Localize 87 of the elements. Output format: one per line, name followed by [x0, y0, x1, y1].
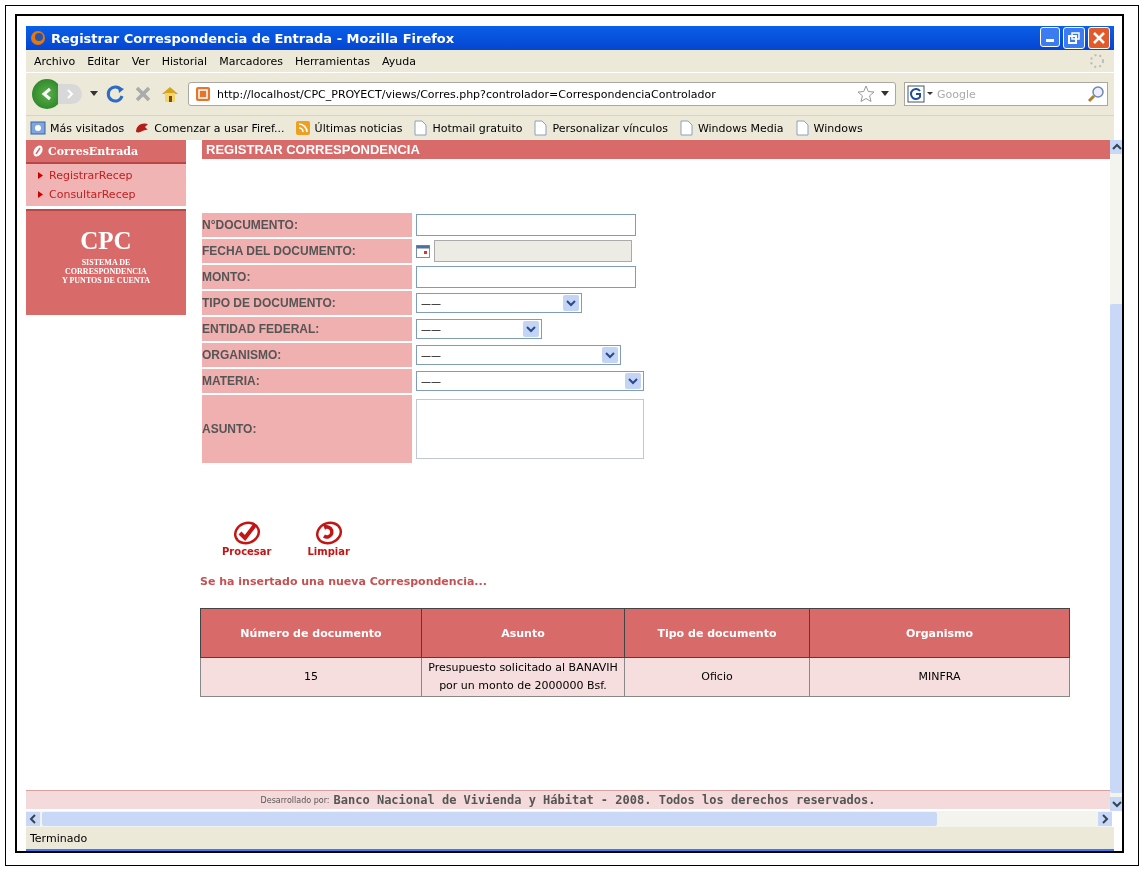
scrollbar-thumb[interactable]: [42, 812, 937, 826]
restore-button[interactable]: [1063, 27, 1085, 49]
scrollbar-thumb[interactable]: [1110, 304, 1122, 793]
menu-item[interactable]: Archivo: [34, 54, 76, 68]
dropdown-caret-icon: [90, 91, 98, 97]
bullet-icon: [38, 172, 43, 179]
field-label: TIPO DE DOCUMENTO:: [202, 291, 412, 315]
table-cell: 15: [200, 657, 422, 697]
menu-item[interactable]: Herramientas: [294, 54, 370, 68]
star-icon: [857, 85, 875, 103]
menu-item[interactable]: Marcadores: [219, 54, 283, 68]
logo-title: CPC: [79, 226, 133, 255]
menu-item[interactable]: Ver: [131, 54, 150, 68]
close-icon: [1093, 32, 1105, 44]
horizontal-scrollbar[interactable]: [26, 811, 1112, 827]
bookmark-item[interactable]: Últimas noticias: [294, 120, 403, 136]
select-field[interactable]: ——: [416, 371, 644, 391]
feed-icon: [294, 120, 311, 136]
status-text: Terminado: [30, 831, 88, 845]
search-icon: [1087, 85, 1105, 103]
footer-text: Banco Nacional de Vivienda y Hábitat - 2008. Todos los derechos reservados.: [333, 793, 876, 807]
scroll-up-icon: [1110, 140, 1122, 154]
submit-button[interactable]: Procesar: [222, 521, 272, 557]
select-field[interactable]: ——: [416, 319, 542, 339]
search-engine-icon: [907, 85, 935, 103]
close-button[interactable]: [1088, 27, 1110, 49]
site-icon: [195, 86, 211, 102]
logo-subtitle: SISTEMA DE CORRESPONDENCIA Y PUNTOS DE CUENTA: [60, 258, 152, 285]
reload-icon: [106, 84, 126, 104]
page-icon: [677, 120, 694, 136]
footer-label: Desarrollado por:: [260, 795, 330, 805]
input-field[interactable]: [416, 214, 636, 236]
select-field[interactable]: ——: [416, 293, 582, 313]
input-field[interactable]: [416, 266, 636, 288]
table-cell: MINFRA: [809, 657, 1070, 697]
restore-icon: [1068, 32, 1080, 44]
text-area[interactable]: [416, 399, 644, 459]
bookmark-item[interactable]: Personalizar vínculos: [532, 120, 668, 136]
minimize-icon: [1046, 39, 1054, 42]
scroll-left-icon: [26, 812, 40, 826]
column-header: Organismo: [809, 608, 1070, 658]
menu-item[interactable]: Ayuda: [381, 54, 416, 68]
table-cell: Presupuesto solicitado al BANAVIH por un monto de 2000000 Bsf.: [421, 657, 625, 697]
minimize-button[interactable]: [1040, 27, 1060, 47]
column-header: Número de documento: [200, 608, 422, 658]
folder-icon: [30, 120, 46, 136]
window-title: Registrar Correspondencia de Entrada - Mozilla Firefox: [51, 30, 455, 46]
field-label: ORGANISMO:: [202, 343, 412, 367]
home-icon: [160, 85, 180, 103]
page-icon: [532, 120, 549, 136]
field-label: N°DOCUMENTO:: [202, 213, 412, 237]
loading-throbber-icon: [1088, 52, 1106, 70]
field-label: MONTO:: [202, 265, 412, 289]
field-label: FECHA DEL DOCUMENTO:: [202, 239, 412, 263]
bookmark-item[interactable]: Hotmail gratuito: [412, 120, 523, 136]
scroll-right-icon: [1098, 812, 1112, 826]
bullet-icon: [38, 191, 43, 198]
calendar-icon: [416, 244, 430, 258]
dropdown-caret-icon: [881, 91, 889, 97]
leaf-icon: [32, 145, 44, 157]
checkmark-icon: [232, 521, 261, 545]
bookmark-item[interactable]: Más visitados: [30, 120, 125, 136]
field-label: MATERIA:: [202, 369, 412, 393]
page-icon: [412, 120, 429, 136]
bookmark-item[interactable]: Comenzar a usar Firef...: [134, 120, 285, 136]
select-field[interactable]: ——: [416, 345, 621, 365]
stop-icon: [134, 85, 152, 103]
bookmark-item[interactable]: Windows: [793, 120, 863, 136]
column-header: Tipo de documento: [624, 608, 810, 658]
vertical-scrollbar[interactable]: [1110, 140, 1122, 811]
sidebar-header: CorresEntrada: [26, 140, 186, 164]
menu-item[interactable]: Historial: [161, 54, 208, 68]
form-title: REGISTRAR CORRESPONDENCIA: [202, 140, 1110, 159]
sidebar-item[interactable]: RegistrarRecep: [26, 166, 186, 185]
scroll-down-icon: [1110, 797, 1122, 811]
address-field[interactable]: http://localhost/CPC_PROYECT/views/Corres.php?controlador=CorrespondenciaControlador: [188, 82, 896, 106]
sidebar-item[interactable]: ConsultarRecep: [26, 185, 186, 204]
clear-button[interactable]: Limpiar: [307, 521, 350, 557]
menu-item[interactable]: Editar: [87, 54, 120, 68]
bookmark-item[interactable]: Windows Media: [677, 120, 784, 136]
field-label: ASUNTO:: [202, 395, 412, 463]
status-message: Se ha insertado una nueva Correspondencia...: [200, 575, 488, 588]
browser-logo-icon: [30, 30, 46, 46]
column-header: Asunto: [421, 608, 625, 658]
table-cell: Oficio: [624, 657, 810, 697]
field-label: ENTIDAD FEDERAL:: [202, 317, 412, 341]
page-icon: [793, 120, 810, 136]
